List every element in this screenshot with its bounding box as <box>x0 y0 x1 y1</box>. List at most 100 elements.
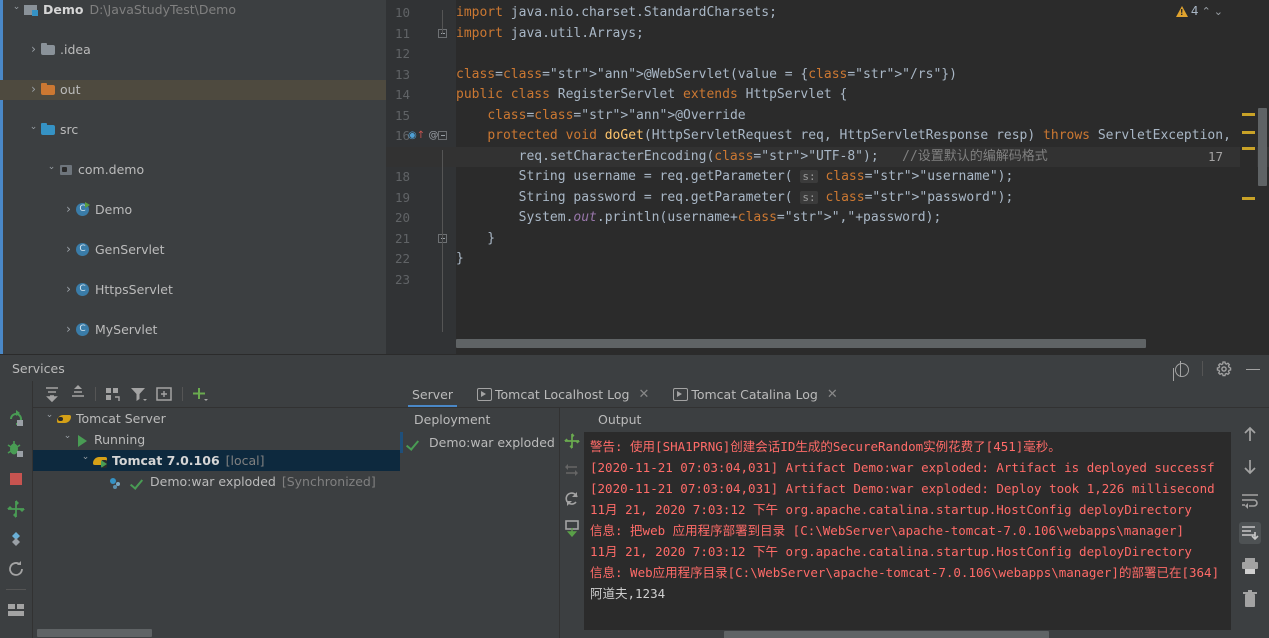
code-line[interactable]: req.setCharacterEncoding(class="str">"UT… <box>456 147 1048 168</box>
project-tree-item[interactable]: com.demo <box>0 160 386 180</box>
deployment-column[interactable]: Deployment Demo:war exploded <box>400 408 560 638</box>
editor-warning-indicator[interactable]: 4 ⌃ ⌄ <box>1175 4 1223 18</box>
project-tree-item[interactable]: Demo <box>0 200 386 220</box>
line-number[interactable]: 10 <box>386 3 456 24</box>
chevron-down-icon[interactable] <box>10 0 23 20</box>
filter-icon[interactable] <box>126 383 152 405</box>
scroll-down-icon[interactable] <box>1239 456 1261 478</box>
services-tab[interactable]: Tomcat Localhost Log ✕ <box>465 381 661 407</box>
console-toolbar[interactable] <box>1231 408 1269 638</box>
update-icon[interactable] <box>563 519 581 538</box>
stripe-warning-mark[interactable] <box>1242 147 1255 150</box>
chevron-right-icon[interactable] <box>62 239 75 261</box>
code-line[interactable]: String password = req.getParameter( s: c… <box>456 188 1014 209</box>
project-tree-item[interactable]: HttpsServlet <box>0 280 386 300</box>
services-tree-item[interactable]: Running <box>33 429 400 450</box>
code-line[interactable]: System.out.println(username+class="str">… <box>456 208 942 229</box>
services-tree-item[interactable]: Demo:war exploded [Synchronized] <box>33 471 400 492</box>
trash-icon[interactable] <box>1239 588 1261 610</box>
override-method-icon[interactable]: ◉↑ @ <box>408 126 438 147</box>
refresh-icon[interactable] <box>6 559 26 579</box>
project-tree-item[interactable]: GenServlet <box>0 240 386 260</box>
stop-icon[interactable] <box>6 469 26 489</box>
line-number[interactable]: 12 <box>386 44 456 65</box>
line-number[interactable]: 13 <box>386 65 456 86</box>
scrollbar-thumb[interactable] <box>37 629 152 637</box>
project-tree-item[interactable]: MyServlet <box>0 320 386 340</box>
layout-icon[interactable] <box>6 600 26 620</box>
rerun-icon[interactable] <box>6 409 26 429</box>
deployment-toolbar[interactable] <box>560 408 584 638</box>
line-number[interactable]: 18 <box>386 167 456 188</box>
edit-configuration-icon[interactable] <box>6 529 26 549</box>
scrollbar-thumb[interactable] <box>724 631 1049 638</box>
stripe-warning-mark[interactable] <box>1242 197 1255 200</box>
services-tree-toolbar[interactable] <box>33 381 400 408</box>
collapse-all-icon[interactable] <box>65 383 91 405</box>
target-icon[interactable] <box>1173 360 1189 377</box>
line-number[interactable]: 22 <box>386 249 456 270</box>
show-frame-icon[interactable] <box>152 383 178 405</box>
redeploy-icon[interactable] <box>563 490 581 508</box>
editor-error-stripe[interactable] <box>1240 0 1257 340</box>
code-line[interactable]: class=class="str">"ann">@WebServlet(valu… <box>456 65 957 86</box>
services-tab[interactable]: Tomcat Catalina Log ✕ <box>661 381 849 407</box>
chevron-right-icon[interactable] <box>62 319 75 341</box>
undeploy-icon[interactable] <box>563 461 581 479</box>
code-editor[interactable]: 10 11 12 13 14 15 16 ◉↑ @17 18 19 20 21 22 23 import … <box>386 0 1269 354</box>
project-tree-item[interactable]: src <box>0 120 386 140</box>
line-number[interactable]: 14 <box>386 85 456 106</box>
chevron-down-icon[interactable] <box>27 120 40 140</box>
print-icon[interactable] <box>1239 555 1261 577</box>
scroll-to-end-icon[interactable] <box>1239 522 1261 544</box>
soft-wrap-icon[interactable] <box>1239 489 1261 511</box>
code-line[interactable]: } <box>456 249 464 270</box>
code-line[interactable]: import java.util.Arrays; <box>456 24 644 45</box>
stripe-warning-mark[interactable] <box>1242 113 1255 116</box>
code-line[interactable]: protected void doGet(HttpServletRequest … <box>456 126 1231 147</box>
debug-icon[interactable] <box>6 439 26 459</box>
services-tree-item[interactable]: Tomcat Server <box>33 408 400 429</box>
chevron-right-icon[interactable] <box>62 199 75 221</box>
chevron-right-icon[interactable] <box>62 279 75 301</box>
services-tab-bar[interactable]: Server Tomcat Localhost Log ✕ Tomcat Catali… <box>400 381 1269 408</box>
close-icon[interactable]: ✕ <box>827 387 838 402</box>
gear-icon[interactable] <box>1216 360 1232 377</box>
editor-hscroll-thumb[interactable] <box>456 339 1146 348</box>
deploy-all-icon[interactable] <box>563 432 581 450</box>
next-problem-icon[interactable]: ⌄ <box>1214 5 1223 18</box>
line-number[interactable]: 19 <box>386 188 456 209</box>
deployment-item[interactable]: Demo:war exploded <box>400 432 559 453</box>
project-tree-panel[interactable]: Demo D:\JavaStudyTest\Demo .idea out src com.… <box>0 0 386 354</box>
minimize-icon[interactable] <box>1245 361 1261 377</box>
console-output[interactable]: 警告: 使用[SHA1PRNG]创建会话ID生成的SecureRandom实例花… <box>584 432 1231 638</box>
prev-problem-icon[interactable]: ⌃ <box>1202 5 1211 18</box>
close-icon[interactable]: ✕ <box>638 387 649 402</box>
code-line[interactable]: } <box>456 229 495 250</box>
code-fold-toggle[interactable] <box>438 131 447 140</box>
add-icon[interactable] <box>187 383 213 405</box>
code-line[interactable]: class=class="str">"ann">@Override <box>456 106 745 127</box>
group-icon[interactable] <box>100 383 126 405</box>
chevron-down-icon[interactable] <box>43 408 56 429</box>
code-line[interactable]: public class RegisterServlet extends Htt… <box>456 85 847 106</box>
chevron-down-icon[interactable] <box>61 429 74 450</box>
project-tree-item[interactable]: .idea <box>0 40 386 60</box>
chevron-down-icon[interactable] <box>79 450 92 471</box>
chevron-down-icon[interactable] <box>45 160 58 180</box>
scroll-up-icon[interactable] <box>1239 423 1261 445</box>
code-line[interactable]: String username = req.getParameter( s: c… <box>456 167 1014 188</box>
chevron-right-icon[interactable] <box>27 39 40 61</box>
deploy-icon[interactable] <box>6 499 26 519</box>
chevron-right-icon[interactable] <box>27 79 40 101</box>
project-tree-item[interactable]: out <box>0 80 386 100</box>
project-tree-item[interactable]: Demo D:\JavaStudyTest\Demo <box>0 0 386 20</box>
line-number[interactable]: 20 <box>386 208 456 229</box>
services-tab[interactable]: Server <box>400 381 465 407</box>
console-hscrollbar[interactable] <box>584 630 1231 638</box>
services-tree-panel[interactable]: Tomcat Server Running Tomcat 7.0.106 [local… <box>33 381 400 638</box>
editor-vertical-scrollbar[interactable] <box>1258 108 1267 186</box>
line-number[interactable]: 15 <box>386 106 456 127</box>
expand-all-icon[interactable] <box>39 383 65 405</box>
editor-horizontal-scrollbar[interactable] <box>456 339 1256 348</box>
